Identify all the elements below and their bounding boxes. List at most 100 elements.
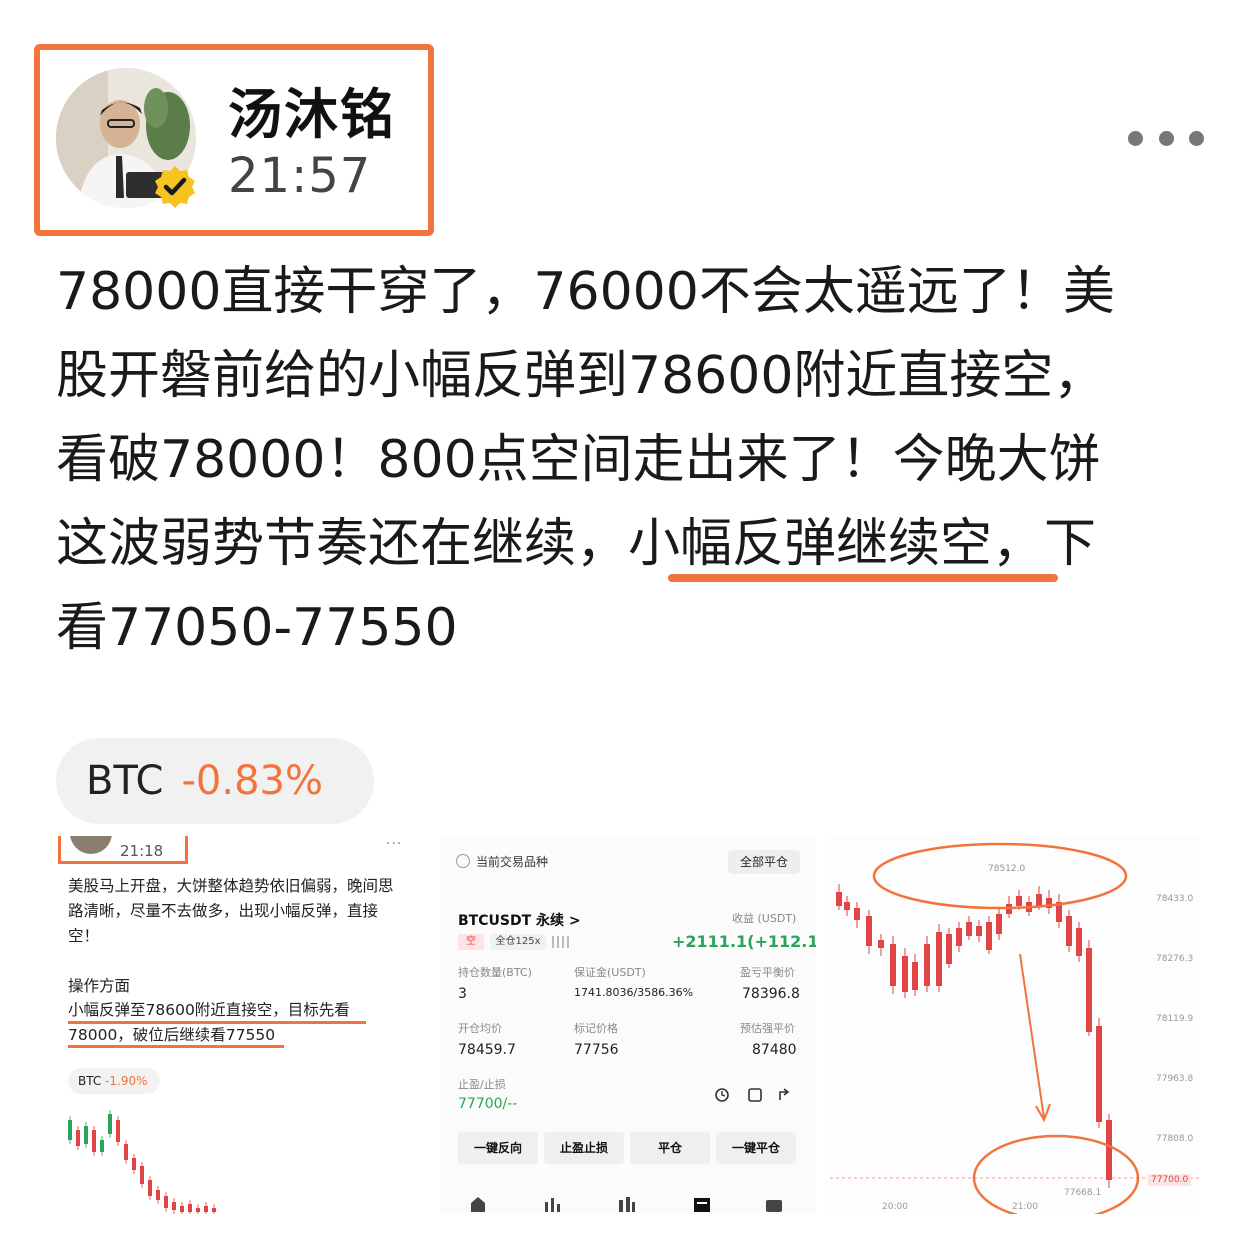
ticker-chip[interactable]: BTC -0.83%	[56, 738, 374, 824]
post-line: 小幅反弹至78600附近直接空，目标先看	[68, 1001, 350, 1019]
candle-body	[132, 1158, 136, 1170]
close-all-button: 全部平仓	[728, 850, 800, 874]
highlight-underline	[668, 574, 1058, 582]
high-price-label: 78512.0	[988, 864, 1026, 874]
image-thumbnail-chart[interactable]: 78433.0 78276.3 78119.9 77963.8 77808.0 …	[830, 836, 1200, 1214]
candle-body	[996, 914, 1002, 934]
chart-background	[830, 836, 1200, 1214]
margin-value: 1741.8036/3586.36%	[574, 986, 694, 999]
post-text-segment: 这波弱势节奏还在继续，	[56, 514, 629, 574]
more-dots-icon	[1128, 130, 1143, 146]
liq-value: 87480	[752, 1042, 797, 1058]
more-options-button[interactable]	[1128, 124, 1204, 152]
image-thumbnail-position[interactable]: 当前交易品种 全部平仓 BTCUSDT 永续 > 空 全仓125x 收益 (US…	[440, 836, 816, 1214]
candle-body	[108, 1114, 112, 1134]
y-tick-label: 78119.9	[1156, 1014, 1194, 1024]
candle-body	[212, 1208, 216, 1212]
candle-body	[878, 940, 884, 948]
margin-label: 保证金(USDT)	[574, 966, 646, 979]
symbol-label: BTCUSDT 永续	[458, 913, 564, 929]
candle-body	[854, 908, 860, 920]
y-tick-label: 78433.0	[1156, 894, 1194, 904]
post-text: 78000直接干穿了，76000不会太遥远了！美 股开磐前给的小幅反弹到7860…	[56, 250, 1216, 670]
mark-label: 标记价格	[574, 1022, 618, 1035]
x-tick-label: 21:00	[1012, 1202, 1038, 1212]
image-thumbnail-post[interactable]: 21:18 ··· 美股马上开盘，大饼整体趋势依旧偏弱，晚间思路清晰，尽量不去做…	[56, 836, 414, 1214]
y-tick-label: 77808.0	[1156, 1134, 1194, 1144]
y-tick-label: 78276.3	[1156, 954, 1194, 964]
underlined-phrase: 小幅反弹继续空	[628, 514, 993, 574]
candle-body	[124, 1144, 128, 1160]
candle-body	[188, 1204, 192, 1212]
symbol-name: BTCUSDT 永续 >	[458, 910, 581, 930]
candle-body	[912, 962, 918, 990]
candle-body	[924, 944, 930, 986]
ticker-change: -1.90%	[105, 1074, 148, 1088]
trade-icon	[619, 1197, 635, 1212]
mini-candlestick-chart	[68, 1110, 216, 1214]
highlight-underline	[68, 1045, 284, 1048]
low-price-label: 77668.1	[1064, 1188, 1102, 1198]
tpsl-value: 77700/--	[458, 1096, 518, 1112]
candle-body	[902, 956, 908, 992]
entry-value: 78459.7	[458, 1042, 516, 1058]
breakeven-value: 78396.8	[742, 986, 800, 1002]
candle-body	[1016, 896, 1022, 906]
candle-body	[100, 1140, 104, 1152]
author-name[interactable]: 汤沐铭	[228, 70, 396, 149]
close-position-button: 平仓	[630, 1132, 710, 1164]
candle-body	[76, 1130, 80, 1146]
candle-body	[156, 1190, 160, 1200]
current-symbol-label: 当前交易品种	[476, 855, 549, 869]
x-tick-label: 20:00	[882, 1202, 908, 1212]
candlestick-chart	[830, 836, 1200, 1214]
reverse-position-button: 一键反向	[458, 1132, 538, 1164]
market-icon	[545, 1198, 560, 1212]
candle-body	[196, 1208, 200, 1212]
candle-body	[148, 1180, 152, 1196]
liq-label: 预估强平价	[740, 1022, 795, 1035]
home-icon	[471, 1197, 485, 1212]
short-tag: 空	[458, 934, 484, 950]
candle-body	[1036, 894, 1042, 906]
candle-body	[1086, 948, 1092, 1032]
candle-body	[172, 1202, 176, 1210]
ticker-change: -0.83%	[181, 758, 323, 804]
candle-body	[180, 1206, 184, 1212]
post-time: 21:18	[120, 842, 164, 860]
post-line: 78000直接干穿了，76000不会太遥远了！美	[56, 262, 1115, 322]
tpsl-label: 止盈/止损	[458, 1078, 506, 1091]
more-dots-icon	[1189, 130, 1204, 146]
y-tick-label: 77963.8	[1156, 1074, 1194, 1084]
candle-body	[866, 916, 872, 946]
qty-value: 3	[458, 986, 467, 1002]
post-text-segment: ，下	[992, 514, 1097, 574]
radio-icon	[456, 854, 470, 868]
post-line: 股开磐前给的小幅反弹到78600附近直接空，	[56, 346, 1106, 406]
post-line: 看77050-77550	[56, 598, 458, 658]
action-icons-row	[715, 1088, 790, 1102]
candle-body	[946, 934, 952, 964]
post-line: 看破78000！800点空间走出来了！今晚大饼	[56, 430, 1101, 490]
verified-badge-icon	[152, 164, 198, 210]
candle-body	[140, 1166, 144, 1184]
tpsl-button: 止盈止损	[544, 1132, 624, 1164]
candle-body	[936, 932, 942, 986]
candle-body	[1066, 916, 1072, 946]
post-time: 21:57	[228, 148, 372, 204]
close-all-positions-button: 一键平仓	[716, 1132, 796, 1164]
pnl-value: +2111.1(+112.11%)	[672, 932, 816, 951]
futures-icon	[694, 1198, 710, 1212]
candle-body	[966, 922, 972, 936]
candle-body	[836, 892, 842, 906]
qty-label: 持仓数量(BTC)	[458, 966, 532, 979]
more-dots-icon: ···	[386, 836, 403, 852]
candle-body	[92, 1130, 96, 1152]
candle-body	[1096, 1026, 1102, 1122]
chevron-right-icon: >	[568, 913, 581, 929]
candle-body	[986, 922, 992, 950]
candle-body	[204, 1206, 208, 1212]
ticker-symbol: BTC	[86, 758, 164, 804]
candle-body	[84, 1126, 88, 1144]
breakeven-label: 盈亏平衡价	[740, 966, 795, 979]
